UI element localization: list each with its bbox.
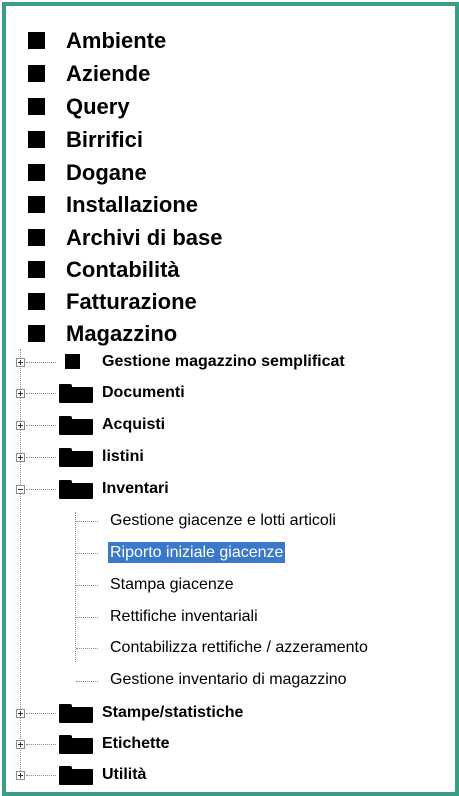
square-icon	[28, 261, 45, 278]
tree-item-label: Query	[66, 94, 130, 119]
square-icon	[28, 325, 45, 342]
expand-icon[interactable]	[16, 389, 25, 398]
tree-item-dogane[interactable]: Dogane	[6, 160, 455, 186]
square-icon	[28, 196, 45, 213]
menu-tree-panel: Ambiente Aziende Query Birrifici Dogane …	[2, 2, 459, 796]
tree-item-label: Riporto iniziale giacenze	[108, 542, 286, 563]
tree-item-stampe-statistiche[interactable]: Stampe/statistiche	[6, 702, 455, 724]
square-icon	[28, 229, 45, 246]
tree-connector-line	[76, 521, 98, 522]
tree-connector-line	[26, 393, 56, 394]
tree-item-label: Utilità	[102, 766, 147, 783]
tree-item-installazione[interactable]: Installazione	[6, 192, 455, 218]
tree-connector-line	[26, 457, 56, 458]
tree-item-gestione-giacenze[interactable]: Gestione giacenze e lotti articoli	[6, 510, 455, 532]
square-icon	[28, 131, 45, 148]
tree-item-aziende[interactable]: Aziende	[6, 61, 455, 87]
folder-icon	[59, 480, 93, 499]
expand-icon[interactable]	[16, 358, 25, 367]
tree-item-label: Contabilità	[66, 257, 180, 282]
expand-icon[interactable]	[16, 740, 25, 749]
tree-item-ambiente[interactable]: Ambiente	[6, 28, 455, 54]
folder-icon	[59, 766, 93, 785]
tree-item-utilita[interactable]: Utilità	[6, 764, 455, 786]
tree-item-label: Magazzino	[66, 321, 178, 346]
tree-item-label: Archivi di base	[66, 225, 223, 250]
tree-connector-line	[26, 489, 56, 490]
folder-icon	[59, 416, 93, 435]
tree-item-label: Acquisti	[102, 416, 166, 433]
tree-item-query[interactable]: Query	[6, 94, 455, 120]
square-icon	[65, 354, 80, 369]
tree-item-stampa-giacenze[interactable]: Stampa giacenze	[6, 574, 455, 596]
tree-item-rettifiche-inventariali[interactable]: Rettifiche inventariali	[6, 606, 455, 628]
tree-item-label: Birrifici	[66, 127, 144, 152]
square-icon	[28, 98, 45, 115]
tree-item-label: Gestione giacenze e lotti articoli	[110, 512, 336, 529]
tree-item-label: Ambiente	[66, 28, 167, 53]
tree-item-inventari[interactable]: Inventari	[6, 478, 455, 500]
tree-item-label: Rettifiche inventariali	[110, 608, 258, 625]
square-icon	[28, 164, 45, 181]
tree-connector-line	[76, 681, 98, 682]
tree-item-gestione-magazzino-semplificato[interactable]: Gestione magazzino semplificat	[6, 351, 455, 373]
square-icon	[28, 32, 45, 49]
tree-item-fatturazione[interactable]: Fatturazione	[6, 289, 455, 315]
folder-icon	[59, 704, 93, 723]
tree-item-label: Etichette	[102, 735, 170, 752]
expand-icon[interactable]	[16, 453, 25, 462]
expand-icon[interactable]	[16, 709, 25, 718]
folder-icon	[59, 384, 93, 403]
tree-item-contabilita[interactable]: Contabilità	[6, 257, 455, 283]
tree-item-documenti[interactable]: Documenti	[6, 382, 455, 404]
tree-item-birrifici[interactable]: Birrifici	[6, 127, 455, 153]
tree-connector-line	[76, 617, 98, 618]
tree-item-label: Stampa giacenze	[110, 576, 234, 593]
tree-item-label: Gestione inventario di magazzino	[110, 671, 347, 688]
tree-item-label: Installazione	[66, 192, 199, 217]
tree-item-contabilizza-rettifiche[interactable]: Contabilizza rettifiche / azzeramento	[6, 637, 455, 659]
tree-item-etichette[interactable]: Etichette	[6, 733, 455, 755]
tree-item-label: Documenti	[102, 384, 185, 401]
tree-item-riporto-iniziale-giacenze[interactable]: Riporto iniziale giacenze	[6, 542, 455, 564]
tree-connector-line	[26, 425, 56, 426]
tree-item-label: Aziende	[66, 61, 151, 86]
tree-item-label: listini	[102, 448, 144, 465]
tree-connector-line	[26, 713, 56, 714]
collapse-icon[interactable]	[16, 485, 25, 494]
tree-item-label: Dogane	[66, 160, 147, 185]
tree-connector-line	[26, 744, 56, 745]
tree-item-label: Inventari	[102, 480, 169, 497]
square-icon	[28, 293, 45, 310]
folder-icon	[59, 448, 93, 467]
tree-connector-line	[26, 775, 56, 776]
tree-item-label: Stampe/statistiche	[102, 704, 244, 721]
square-icon	[28, 65, 45, 82]
tree-connector-line	[76, 648, 98, 649]
tree-connector-line	[76, 585, 98, 586]
tree-item-label: Fatturazione	[66, 289, 197, 314]
tree-item-listini[interactable]: listini	[6, 446, 455, 468]
expand-icon[interactable]	[16, 771, 25, 780]
tree-connector-line	[26, 362, 56, 363]
tree-item-archivi-di-base[interactable]: Archivi di base	[6, 225, 455, 251]
folder-icon	[59, 735, 93, 754]
tree-connector-line	[76, 553, 98, 554]
tree-item-gestione-inventario[interactable]: Gestione inventario di magazzino	[6, 669, 455, 691]
tree-item-magazzino[interactable]: Magazzino	[6, 321, 455, 347]
tree-item-label: Contabilizza rettifiche / azzeramento	[110, 639, 368, 656]
tree-item-label: Gestione magazzino semplificat	[102, 353, 345, 370]
expand-icon[interactable]	[16, 421, 25, 430]
tree-item-acquisti[interactable]: Acquisti	[6, 414, 455, 436]
